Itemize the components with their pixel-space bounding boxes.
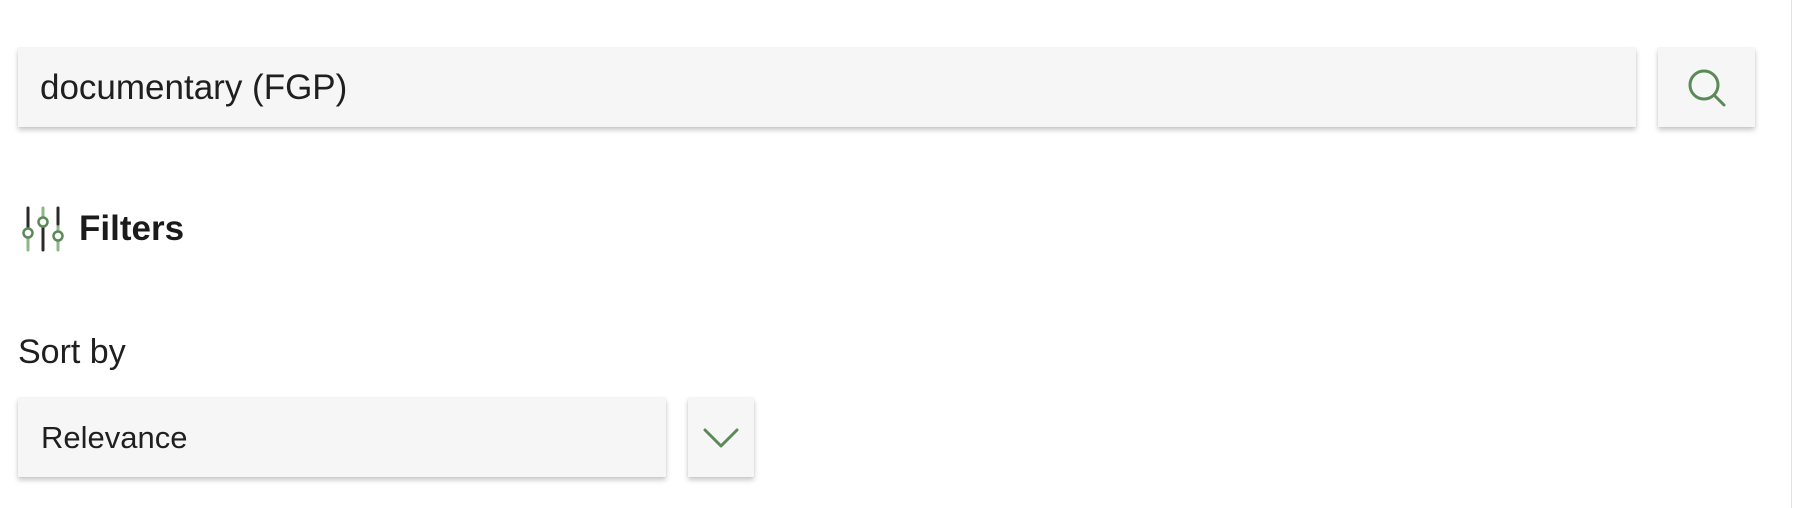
filters-toggle[interactable]: Filters <box>22 206 184 252</box>
filters-label: Filters <box>79 209 185 248</box>
search-button[interactable] <box>1658 48 1755 127</box>
search-input[interactable] <box>18 48 1636 127</box>
chevron-down-icon <box>703 428 739 447</box>
divider <box>1791 0 1792 508</box>
sliders-icon <box>22 206 64 252</box>
sort-select[interactable]: Relevance <box>18 398 666 477</box>
sort-selected-value: Relevance <box>41 419 188 455</box>
sort-by-label: Sort by <box>18 333 126 371</box>
search-page: Filters Sort by Relevance <box>0 0 1808 508</box>
sort-dropdown-button[interactable] <box>688 398 754 477</box>
search-icon <box>1688 69 1725 106</box>
